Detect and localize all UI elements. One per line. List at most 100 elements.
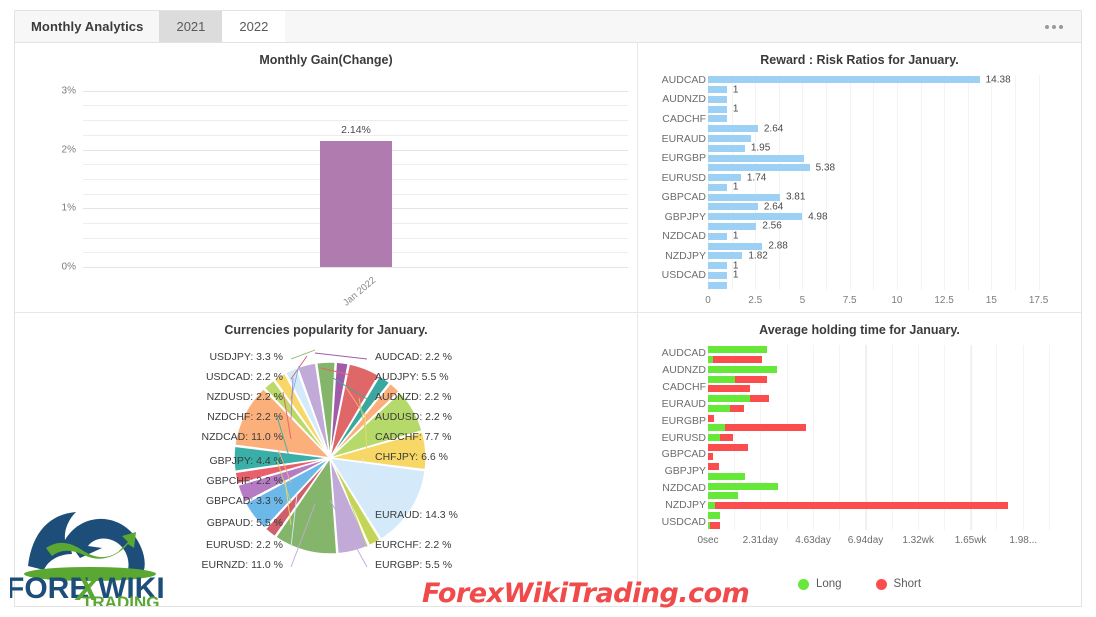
- reward-risk-plot: AUDCAD AUDNZD CADCHF EURAUD EURGBP EURUSD GBPC…: [638, 74, 1081, 312]
- holding-time-short-bar[interactable]: [729, 404, 744, 412]
- x-axis-tick-label: 17.5: [1028, 295, 1049, 306]
- bar-value-label: 2.14%: [341, 124, 371, 137]
- bar-value-label: 1: [732, 230, 739, 242]
- reward-risk-x-axis: 0 2.5 5 7.5 10 12.5 15 17.5: [705, 291, 1049, 311]
- holding-time-short-bar[interactable]: [708, 453, 713, 461]
- minor-gridline: [1022, 345, 1024, 530]
- holding-time-short-bar[interactable]: [708, 443, 748, 451]
- category-label: GBPCAD: [661, 448, 706, 461]
- reward-risk-bar[interactable]: [708, 222, 757, 230]
- y-axis-tick-label: 3%: [61, 85, 76, 97]
- holding-time-long-bar[interactable]: [708, 472, 745, 480]
- reward-risk-bar[interactable]: [708, 193, 780, 201]
- reward-risk-bar[interactable]: [708, 262, 727, 270]
- reward-risk-bar[interactable]: [708, 135, 752, 143]
- bar-value-label: 4.98: [808, 211, 828, 223]
- holding-time-short-bar[interactable]: [710, 521, 720, 529]
- bar-value-label: 3.81: [785, 191, 806, 203]
- x-axis-tick-label: 1.65wk: [954, 535, 987, 546]
- holding-time-long-bar[interactable]: [708, 395, 750, 403]
- holding-time-long-bar[interactable]: [708, 375, 735, 383]
- holding-time-long-bar[interactable]: [708, 346, 767, 354]
- holding-time-long-bar[interactable]: [708, 511, 721, 519]
- category-label: CADCHF: [662, 381, 706, 394]
- holding-time-short-bar[interactable]: [749, 395, 770, 403]
- holding-time-short-bar[interactable]: [708, 414, 715, 422]
- category-label: EURAUD: [661, 132, 706, 145]
- tab-2021[interactable]: 2021: [159, 11, 223, 42]
- reward-risk-bar[interactable]: [708, 252, 743, 260]
- category-label: AUDCAD: [661, 347, 706, 360]
- category-label: EURUSD: [661, 171, 706, 184]
- holding-time-long-bar[interactable]: [708, 424, 726, 432]
- reward-risk-bar[interactable]: [708, 232, 727, 240]
- reward-risk-bar[interactable]: [708, 164, 810, 172]
- holding-time-short-bar[interactable]: [715, 502, 1009, 510]
- monthly-gain-title: Monthly Gain(Change): [259, 53, 393, 67]
- x-axis-tick-label: 0sec: [697, 535, 719, 546]
- x-axis-tick-label: 15: [985, 295, 997, 306]
- pie-slice-label: USDCAD: 2.2 %: [206, 371, 283, 383]
- x-axis-tick-label: 1.32wk: [902, 535, 935, 546]
- minor-gridline: [920, 75, 922, 290]
- legend-item-short[interactable]: Short: [875, 578, 921, 590]
- reward-risk-bar[interactable]: [708, 242, 763, 250]
- reward-risk-bar[interactable]: [708, 203, 758, 211]
- reward-risk-category-labels: AUDCAD AUDNZD CADCHF EURAUD EURGBP EURUSD GBPC…: [638, 74, 706, 290]
- category-label: GBPCAD: [661, 191, 706, 204]
- reward-risk-bar[interactable]: [708, 95, 727, 103]
- y-axis-tick-label: 1%: [61, 202, 76, 214]
- legend-item-long[interactable]: Long: [797, 578, 842, 590]
- monthly-gain-bar[interactable]: [320, 141, 392, 267]
- bar-value-label: 1: [732, 269, 739, 281]
- x-axis-tick-label: 7.5: [842, 295, 857, 306]
- pie-slice-label: EURNZD: 11.0 %: [202, 559, 284, 571]
- watermark: ForexWikiTrading.com: [422, 578, 750, 609]
- reward-risk-bar[interactable]: [708, 125, 758, 133]
- legend-color-swatch: [875, 578, 887, 590]
- reward-risk-bar[interactable]: [708, 105, 727, 113]
- reward-risk-bar[interactable]: [708, 154, 805, 162]
- reward-risk-bar[interactable]: [708, 271, 727, 279]
- reward-risk-bar[interactable]: [708, 144, 745, 152]
- holding-time-short-bar[interactable]: [719, 434, 733, 441]
- bar-value-label: 14.38: [985, 74, 1011, 86]
- reward-risk-bar[interactable]: [708, 174, 741, 182]
- x-axis-tick-label: 1.98...: [1009, 535, 1038, 546]
- bar-value-label: 1.74: [746, 172, 767, 184]
- holding-time-short-bar[interactable]: [725, 424, 807, 432]
- holding-time-short-bar[interactable]: [712, 356, 763, 364]
- analytics-dashboard: Monthly Analytics 2021 2022 Monthly Gain…: [0, 0, 1096, 617]
- gridline: [83, 105, 628, 107]
- reward-risk-bars[interactable]: 14.38 1 1 2.64 1.95 5.38 1.74 1 3.81 2.64 4.98 2.56…: [708, 74, 1048, 290]
- holding-time-short-bar[interactable]: [708, 463, 719, 471]
- reward-risk-bar[interactable]: [708, 86, 727, 94]
- pie-slice-label: AUDUSD: 2.2 %: [375, 411, 452, 423]
- holding-time-plot: AUDCAD AUDNZD CADCHF EURAUD EURGBP EURUSD GBPC…: [638, 345, 1081, 560]
- tab-2022[interactable]: 2022: [222, 11, 286, 42]
- holding-time-long-bar[interactable]: [708, 404, 730, 412]
- bar-value-label: 1: [732, 181, 739, 193]
- reward-risk-panel: Reward : Risk Ratios for January. AUDCAD…: [638, 43, 1081, 313]
- reward-risk-bar[interactable]: [708, 281, 727, 289]
- holding-time-bars[interactable]: [708, 345, 1053, 530]
- holding-time-short-bar[interactable]: [708, 385, 750, 393]
- reward-risk-bar[interactable]: [708, 76, 980, 84]
- reward-risk-bar[interactable]: [708, 115, 727, 123]
- holding-time-long-bar[interactable]: [708, 434, 720, 441]
- holding-time-long-bar[interactable]: [708, 482, 779, 490]
- holding-time-long-bar[interactable]: [708, 365, 778, 373]
- forex-wiki-trading-logo: FORE WIKI X TRADING: [6, 488, 170, 612]
- holding-time-short-bar[interactable]: [734, 375, 767, 383]
- category-label: EURAUD: [661, 397, 706, 410]
- minor-gridline: [967, 75, 969, 290]
- reward-risk-bar[interactable]: [708, 213, 803, 221]
- reward-risk-bar[interactable]: [708, 183, 727, 191]
- category-label: GBPJPY: [664, 465, 706, 478]
- category-label: USDCAD: [661, 515, 706, 528]
- pie-slice-label: EURUSD: 2.2 %: [206, 539, 283, 551]
- holding-time-long-bar[interactable]: [708, 492, 738, 500]
- more-horizontal-icon[interactable]: [1027, 11, 1081, 42]
- holding-time-long-bar[interactable]: [708, 502, 716, 510]
- category-label: NZDCAD: [662, 481, 706, 494]
